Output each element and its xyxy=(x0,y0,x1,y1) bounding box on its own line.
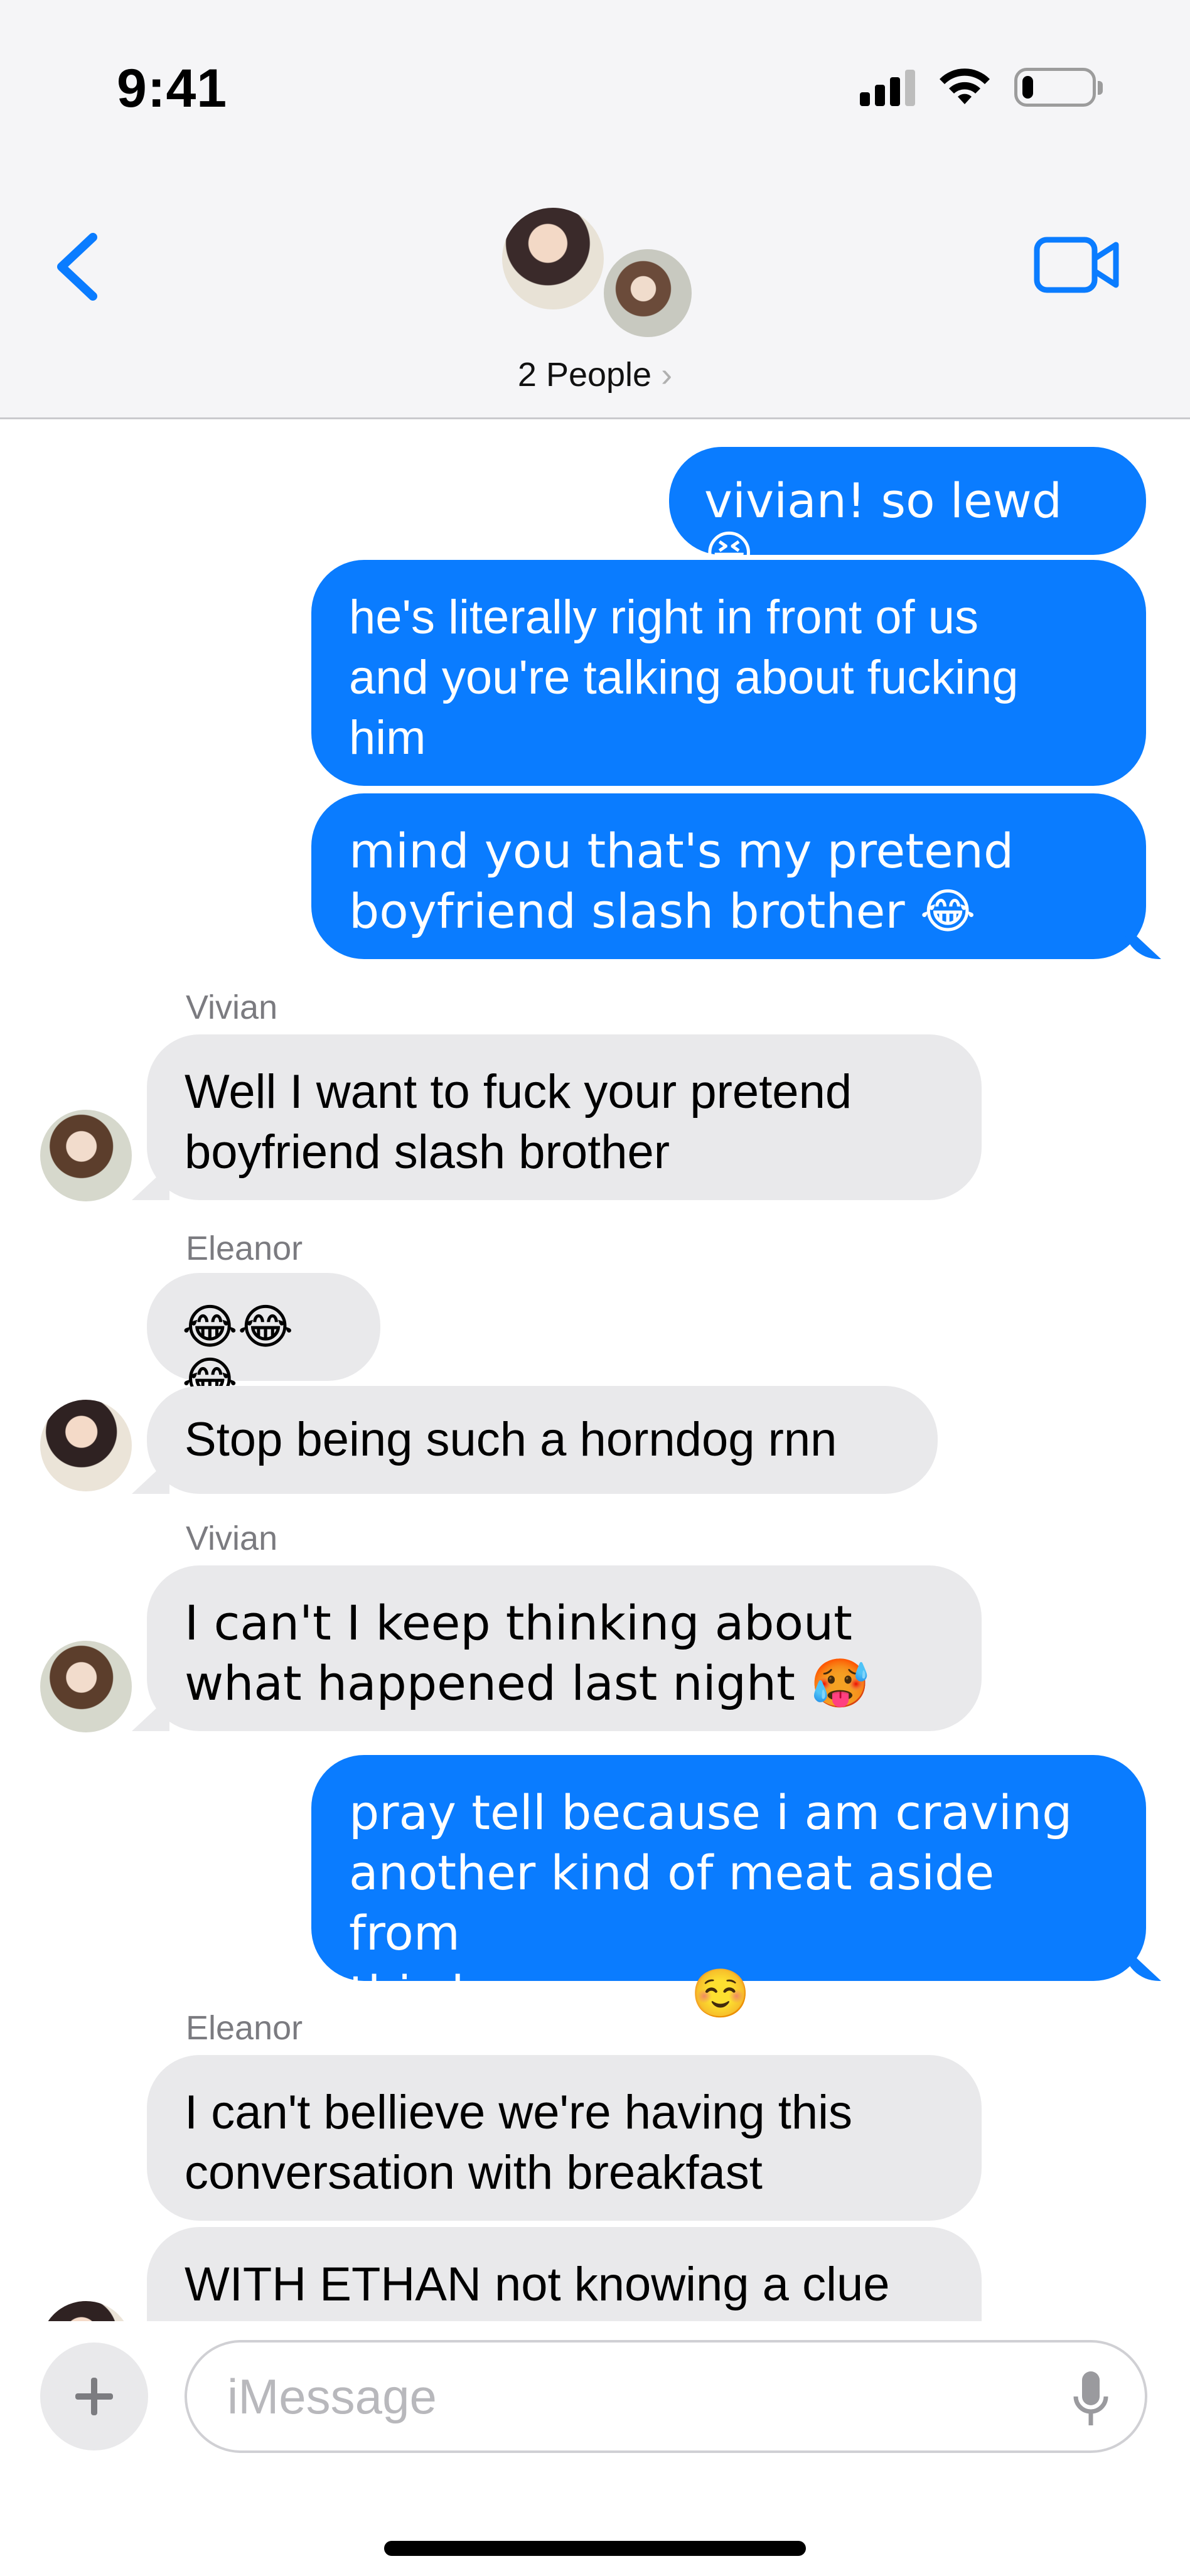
sent-message[interactable]: vivian! so lewd 😆 xyxy=(669,447,1146,580)
received-message[interactable]: I can't bellieve we're having this conve… xyxy=(147,2055,982,2221)
status-icons xyxy=(860,67,1103,108)
avatar-eleanor xyxy=(499,205,607,313)
add-attachment-button[interactable] xyxy=(40,2343,148,2450)
avatar-vivian xyxy=(601,246,695,340)
avatar-vivian[interactable] xyxy=(40,1110,132,1201)
received-message[interactable]: WITH ETHAN not knowing a clue about what… xyxy=(147,2227,982,2321)
battery-icon xyxy=(1014,68,1103,107)
sender-name: Eleanor xyxy=(186,1230,303,1267)
sent-message[interactable]: pray tell because i am craving another k… xyxy=(311,1755,1146,2021)
received-message[interactable]: I can't I keep thinking about what happe… xyxy=(147,1565,982,1731)
status-time: 9:41 xyxy=(117,58,228,119)
sender-name: Vivian xyxy=(186,989,278,1026)
sent-message[interactable]: mind you that's my pretend boyfriend sla… xyxy=(311,793,1146,959)
microphone-icon[interactable] xyxy=(1072,2369,1110,2432)
home-indicator xyxy=(384,2541,806,2556)
participants-label: 2 People xyxy=(517,356,652,394)
message-composer: iMessage xyxy=(0,2321,1190,2576)
received-message[interactable]: Stop being such a horndog rnn xyxy=(147,1386,938,1494)
back-chevron-icon[interactable] xyxy=(44,226,113,308)
conversation-title[interactable]: 2 People › xyxy=(0,355,1190,394)
sender-name: Eleanor xyxy=(186,2009,303,2047)
conversation-header: 9:41 2 People › xyxy=(0,0,1190,419)
video-call-icon[interactable] xyxy=(1033,233,1121,296)
received-message[interactable]: 😂😂😂 xyxy=(147,1273,380,1406)
avatar-vivian[interactable] xyxy=(40,1641,132,1732)
message-list[interactable]: vivian! so lewd 😆 he's literally right i… xyxy=(0,419,1190,2321)
avatar-eleanor[interactable] xyxy=(40,1400,132,1491)
received-message[interactable]: Well I want to fuck your pretend boyfrie… xyxy=(147,1034,982,1200)
group-avatars[interactable] xyxy=(499,205,700,343)
cellular-signal-icon xyxy=(860,68,915,106)
sent-message[interactable]: he's literally right in front of us and … xyxy=(311,560,1146,786)
message-input[interactable]: iMessage xyxy=(185,2340,1147,2453)
chevron-right-icon: › xyxy=(661,356,673,394)
wifi-icon xyxy=(940,68,990,104)
sender-name: Vivian xyxy=(186,1520,278,1557)
avatar-eleanor[interactable] xyxy=(40,2301,132,2321)
